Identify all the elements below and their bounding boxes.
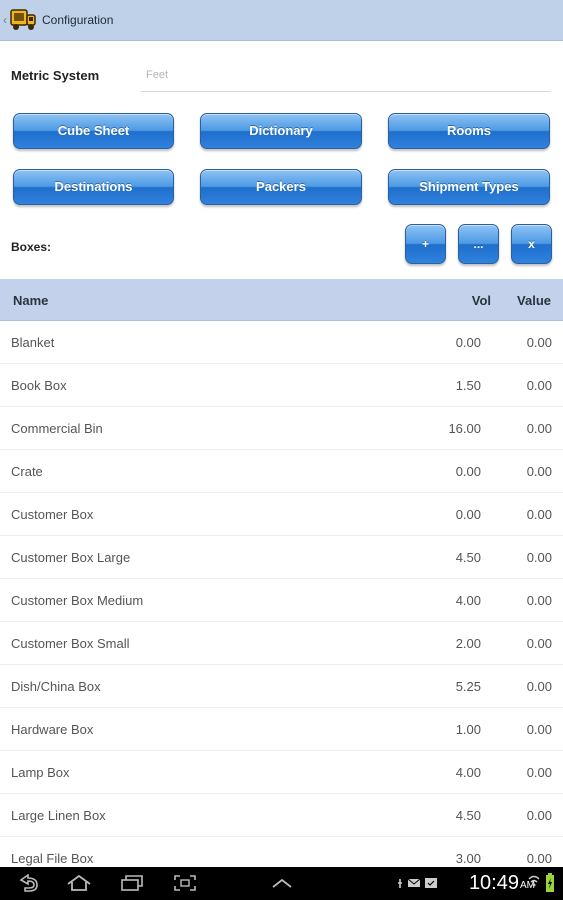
table-row[interactable]: Customer Box 0.00 0.00 xyxy=(0,493,563,536)
row-vol: 3.00 xyxy=(455,851,481,866)
edit-box-button[interactable]: ... xyxy=(458,224,499,264)
row-vol: 4.50 xyxy=(455,808,481,823)
row-vol: 0.00 xyxy=(455,507,481,522)
metric-system-label: Metric System xyxy=(11,68,100,83)
row-value: 0.00 xyxy=(526,335,552,350)
row-name: Legal File Box xyxy=(11,851,94,866)
table-row[interactable]: Blanket 0.00 0.00 xyxy=(0,321,563,364)
notification-icons xyxy=(398,878,437,888)
table-row[interactable]: Commercial Bin 16.00 0.00 xyxy=(0,407,563,450)
truck-icon[interactable] xyxy=(8,7,38,33)
row-value: 0.00 xyxy=(526,722,552,737)
row-name: Commercial Bin xyxy=(11,421,103,436)
table-row[interactable]: Hardware Box 1.00 0.00 xyxy=(0,708,563,751)
table-row[interactable]: Legal File Box 3.00 0.00 xyxy=(0,837,563,867)
row-name: Book Box xyxy=(11,378,67,393)
row-vol: 4.50 xyxy=(455,550,481,565)
row-value: 0.00 xyxy=(526,636,552,651)
rooms-button[interactable]: Rooms xyxy=(388,113,550,149)
row-value: 0.00 xyxy=(526,593,552,608)
battery-icon xyxy=(546,873,554,892)
boxes-table[interactable]: Blanket 0.00 0.00 Book Box 1.50 0.00 Commerc… xyxy=(0,321,563,867)
row-name: Customer Box Medium xyxy=(11,593,144,608)
shipment-types-button[interactable]: Shipment Types xyxy=(388,169,550,205)
system-navigation-bar: 10:49 AM xyxy=(0,867,563,900)
table-row[interactable]: Book Box 1.50 0.00 xyxy=(0,364,563,407)
table-row[interactable]: Dish/China Box 5.25 0.00 xyxy=(0,665,563,708)
column-header-name[interactable]: Name xyxy=(13,293,48,308)
chevron-up-icon[interactable] xyxy=(270,874,294,892)
row-value: 0.00 xyxy=(526,851,552,866)
metric-system-field[interactable]: Feet xyxy=(141,62,551,92)
home-icon[interactable] xyxy=(66,874,92,892)
row-name: Hardware Box xyxy=(11,722,94,737)
column-header-vol[interactable]: Vol xyxy=(472,293,491,308)
table-row[interactable]: Lamp Box 4.00 0.00 xyxy=(0,751,563,794)
page-title: Configuration xyxy=(42,13,114,27)
status-time: 10:49 xyxy=(468,872,519,894)
dictionary-button[interactable]: Dictionary xyxy=(200,113,362,149)
row-value: 0.00 xyxy=(526,808,552,823)
row-name: Lamp Box xyxy=(11,765,70,780)
row-vol: 4.00 xyxy=(455,593,481,608)
delete-box-button[interactable]: x xyxy=(511,224,552,264)
table-header: Name Vol Value xyxy=(0,279,563,321)
action-bar: ‹ Configuration xyxy=(0,0,563,41)
back-icon[interactable] xyxy=(17,874,39,892)
row-vol: 16.00 xyxy=(448,421,481,436)
table-row[interactable]: Large Linen Box 4.50 0.00 xyxy=(0,794,563,837)
row-value: 0.00 xyxy=(526,550,552,565)
up-caret-icon[interactable]: ‹ xyxy=(3,13,7,27)
table-row[interactable]: Customer Box Medium 4.00 0.00 xyxy=(0,579,563,622)
row-name: Large Linen Box xyxy=(11,808,106,823)
row-value: 0.00 xyxy=(526,679,552,694)
row-name: Crate xyxy=(11,464,43,479)
wifi-icon xyxy=(528,875,540,887)
screenshot-icon[interactable] xyxy=(173,874,197,892)
row-vol: 4.00 xyxy=(455,765,481,780)
row-name: Dish/China Box xyxy=(11,679,101,694)
row-value: 0.00 xyxy=(526,421,552,436)
row-value: 0.00 xyxy=(526,507,552,522)
row-value: 0.00 xyxy=(526,765,552,780)
table-row[interactable]: Customer Box Large 4.50 0.00 xyxy=(0,536,563,579)
row-vol: 5.25 xyxy=(455,679,481,694)
row-name: Customer Box Large xyxy=(11,550,131,565)
row-vol: 0.00 xyxy=(455,335,481,350)
row-name: Blanket xyxy=(11,335,55,350)
row-vol: 1.00 xyxy=(455,722,481,737)
packers-button[interactable]: Packers xyxy=(200,169,362,205)
table-row[interactable]: Crate 0.00 0.00 xyxy=(0,450,563,493)
row-vol: 1.50 xyxy=(455,378,481,393)
row-name: Customer Box Small xyxy=(11,636,130,651)
row-vol: 2.00 xyxy=(455,636,481,651)
row-name: Customer Box xyxy=(11,507,94,522)
add-box-button[interactable]: + xyxy=(405,224,446,264)
boxes-label: Boxes: xyxy=(11,240,52,254)
cube-sheet-button[interactable]: Cube Sheet xyxy=(13,113,174,149)
column-header-value[interactable]: Value xyxy=(517,293,551,308)
metric-system-value: Feet xyxy=(146,69,169,81)
table-row[interactable]: Customer Box Small 2.00 0.00 xyxy=(0,622,563,665)
recent-apps-icon[interactable] xyxy=(120,874,144,892)
row-value: 0.00 xyxy=(526,378,552,393)
row-value: 0.00 xyxy=(526,464,552,479)
row-vol: 0.00 xyxy=(455,464,481,479)
destinations-button[interactable]: Destinations xyxy=(13,169,174,205)
